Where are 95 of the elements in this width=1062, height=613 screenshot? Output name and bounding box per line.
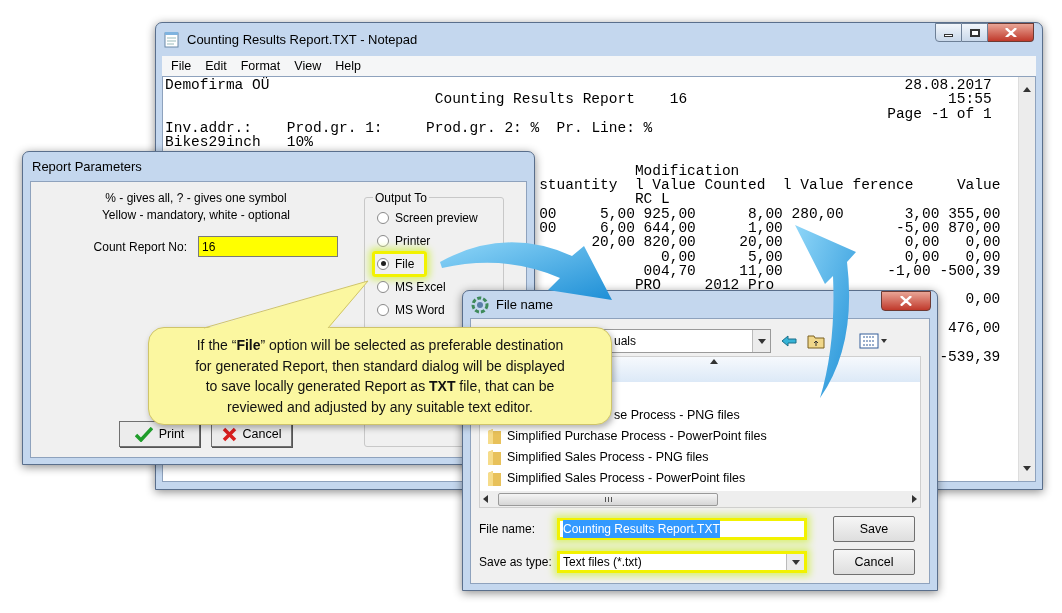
scroll-right-icon [912,495,917,503]
hint-text: Yellow - mandatory, white - optional [101,207,291,224]
report-text: RC L [634,191,670,208]
back-arrow-icon[interactable] [781,335,797,347]
report-text: 28.08.2017 [904,78,992,93]
report-text: 5,00 925,00 [600,205,696,222]
window-title: Counting Results Report.TXT - Notepad [187,30,418,49]
report-text: Modification [634,162,740,179]
scrollbar-thumb[interactable] [498,492,718,506]
report-text: 11,00 [739,262,783,279]
cancel-button[interactable]: Cancel [833,549,915,575]
folder-item[interactable]: se Process - PNG files [614,406,740,425]
sort-caret-icon [710,359,718,364]
report-text: Inv.addr.: [165,119,252,136]
radio-option[interactable]: File [372,250,428,277]
folder-icon [487,449,502,466]
report-text: 15:55 [948,92,992,107]
close-button[interactable] [881,291,931,311]
report-text: 5,00 [748,248,783,265]
caret-down-icon [757,338,766,344]
scroll-down-icon [1023,466,1031,471]
app-icon [471,295,489,314]
radio-button[interactable] [377,280,389,293]
radio-button[interactable] [377,211,389,224]
report-text: 20,00 820,00 [591,234,696,251]
folder-icon [487,428,502,445]
report-text: -539,39 [939,349,1001,364]
vertical-scrollbar[interactable] [1018,77,1035,481]
report-text: Prod.gr. 2: % [426,119,540,136]
folder-item[interactable]: Simplified Sales Process - PowerPoint files [507,469,746,488]
report-text: l Value ference [782,177,914,194]
close-button[interactable] [988,23,1034,42]
report-text: 0,00 [965,292,1001,307]
report-text: 16 [669,91,688,108]
report-text: 0,00 [904,248,940,265]
menu-item[interactable]: File [171,56,192,76]
field-label: Count Report No: [92,238,187,256]
dialog-title: File name [496,295,554,314]
report-text: 004,70 [643,262,696,279]
menu-item[interactable]: View [294,56,322,76]
file-type-dropdown[interactable]: Text files (*.txt) [557,551,807,573]
report-text: l Value Counted [634,177,766,194]
close-icon [1004,27,1017,38]
hint-text: % - gives all, ? - gives one symbol [105,190,287,207]
report-text: 0,00 [965,234,1001,251]
report-text: 476,00 [948,321,1001,336]
report-text: Pr. Line: % [556,119,653,136]
caret-down-icon [791,559,800,565]
report-text: 20,00 [739,234,783,251]
folder-item[interactable]: Simplified Purchase Process - PowerPoint files [507,427,767,446]
notepad-icon [164,31,179,48]
folder-up-icon[interactable] [807,333,825,349]
folder-item[interactable]: Simplified Sales Process - PNG files [507,448,709,467]
scroll-left-icon [483,495,488,503]
radio-button[interactable] [377,234,389,247]
horizontal-scrollbar[interactable] [480,491,920,507]
report-text: PRO [634,277,661,294]
menu-item[interactable]: Edit [205,56,227,76]
report-text: 2012 Pro [704,277,775,294]
folder-icon [487,470,502,487]
dialog-title: Report Parameters [32,157,142,176]
report-text: stuantity [539,177,618,194]
report-text: 00 [539,205,557,222]
minimize-icon [944,34,953,37]
field-label: File name: [478,521,537,538]
view-menu-icon[interactable] [859,333,889,349]
maximize-icon [969,28,980,37]
menu-item[interactable]: Format [240,56,281,76]
x-mark-icon [221,426,237,442]
scroll-up-icon [1023,87,1031,92]
report-text: Bikes29inch [165,134,261,151]
report-text: Page -1 of 1 [887,106,992,121]
report-text: 0,00 [965,248,1001,265]
field-label: Save as type: [478,554,553,571]
report-text: 0,00 [661,248,696,265]
report-text: 3,00 355,00 [904,205,1001,222]
radio-button[interactable] [377,303,389,316]
report-text: 00 [539,219,557,236]
save-button[interactable]: Save [833,516,915,542]
menu-item[interactable]: Help [335,56,361,76]
close-icon [900,296,912,306]
maximize-button[interactable] [962,23,988,42]
report-text: 0,00 [904,234,940,251]
report-text: Prod.gr. 1: [286,119,383,136]
report-text: Demofirma OÜ [165,78,270,93]
radio-button[interactable] [377,257,389,270]
report-text: -1,00 -500,39 [887,262,1001,279]
print-button[interactable]: Print [119,421,200,447]
report-text: Counting Results Report [434,91,635,108]
minimize-button[interactable] [935,23,962,42]
checkmark-icon [134,426,153,442]
report-text: 8,00 280,00 [748,205,844,222]
report-text: Value [956,177,1001,194]
report-text: 10% [286,134,313,151]
count-report-field[interactable]: 16 [198,236,338,257]
